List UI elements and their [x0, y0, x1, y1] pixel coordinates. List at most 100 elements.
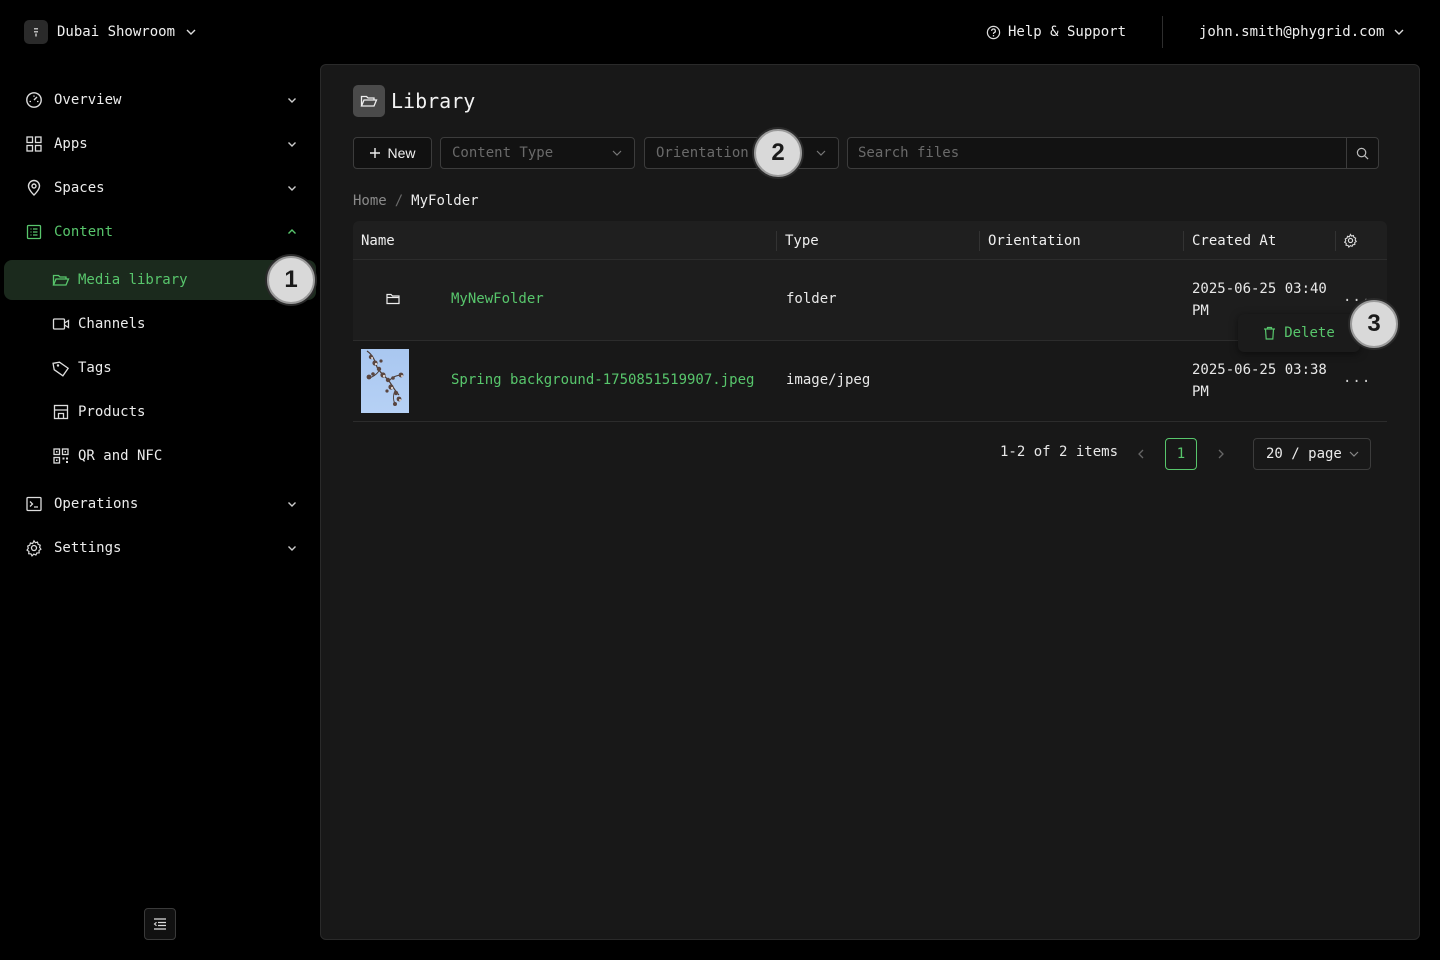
annotation-marker: 1: [267, 256, 315, 304]
table-header: Name Type Orientation Created At: [353, 221, 1387, 260]
new-label: New: [387, 145, 416, 161]
table-row[interactable]: MyNewFolder folder 2025-06-25 03:40 PM .…: [353, 260, 1387, 341]
qr-icon: [52, 447, 70, 465]
sidebar-item-qr-nfc[interactable]: QR and NFC: [52, 442, 302, 470]
breadcrumb-separator: /: [394, 193, 404, 209]
search-icon: [1356, 147, 1369, 160]
chevron-down-icon: [815, 147, 827, 159]
breadcrumb-home[interactable]: Home: [353, 193, 387, 209]
new-button[interactable]: New: [353, 137, 432, 169]
chevron-up-icon: [284, 224, 300, 240]
tag-icon: [52, 359, 70, 377]
chevron-down-icon: [284, 496, 300, 512]
chevron-down-icon: [1392, 25, 1406, 39]
column-divider: [979, 231, 980, 251]
column-header-orientation[interactable]: Orientation: [988, 221, 1081, 260]
page-size-value: 20 / page: [1266, 446, 1342, 462]
file-type: folder: [786, 291, 837, 307]
row-actions-button[interactable]: ...: [1343, 370, 1371, 386]
folder-icon: [386, 293, 400, 305]
pagination-total: 1-2 of 2 items: [1000, 444, 1119, 460]
sidebar-item-label: Content: [54, 224, 114, 240]
delete-label: Delete: [1284, 325, 1335, 341]
sidebar-item-products[interactable]: Products: [52, 398, 302, 426]
sidebar-item-channels[interactable]: Channels: [52, 310, 302, 338]
map-pin-icon: [24, 178, 44, 198]
chevron-right-icon: [1216, 448, 1226, 460]
sidebar-item-label: Products: [78, 404, 146, 420]
sidebar-collapse-button[interactable]: [144, 908, 176, 940]
column-header-type[interactable]: Type: [785, 221, 819, 260]
chevron-left-icon: [1136, 448, 1146, 460]
column-divider: [776, 231, 777, 251]
sidebar-item-label: QR and NFC: [78, 448, 163, 464]
sidebar-item-tags[interactable]: Tags: [52, 354, 302, 382]
sidebar-item-spaces[interactable]: Spaces: [24, 174, 304, 202]
pagination-page-button[interactable]: 1: [1165, 438, 1197, 470]
sidebar-item-media-library[interactable]: Media library: [52, 266, 302, 294]
video-icon: [52, 315, 70, 333]
chevron-down-icon: [284, 180, 300, 196]
page-title: Library: [391, 89, 476, 113]
menu-collapse-icon: [153, 917, 167, 931]
gauge-icon: [24, 90, 44, 110]
sidebar-item-label: Operations: [54, 496, 139, 512]
chevron-down-icon: [184, 25, 198, 39]
column-settings-button[interactable]: [1343, 221, 1359, 260]
help-label: Help & Support: [1008, 24, 1127, 40]
folder-open-icon: [52, 271, 70, 289]
gear-icon: [1343, 233, 1358, 248]
folder-open-icon: [353, 85, 385, 117]
help-support-link[interactable]: Help & Support: [986, 22, 1126, 42]
search-input[interactable]: [848, 138, 1346, 168]
orientation-select[interactable]: Orientation: [644, 137, 839, 169]
sidebar-item-overview[interactable]: Overview: [24, 86, 304, 114]
plus-icon: [369, 147, 381, 159]
trash-icon: [1263, 326, 1276, 340]
header-divider: [1162, 16, 1163, 48]
grid-icon: [24, 134, 44, 154]
chevron-down-icon: [284, 136, 300, 152]
content-type-placeholder: Content Type: [452, 145, 554, 161]
sidebar-item-label: Channels: [78, 316, 146, 332]
file-name-link[interactable]: MyNewFolder: [451, 291, 544, 307]
file-type: image/jpeg: [786, 372, 871, 388]
store-icon: [52, 403, 70, 421]
org-switcher[interactable]: Dubai Showroom: [24, 20, 198, 44]
sidebar-item-label: Media library: [78, 272, 188, 288]
content-icon: [24, 222, 44, 242]
gear-icon: [24, 538, 44, 558]
sidebar-item-content[interactable]: Content: [24, 218, 304, 246]
created-at: 2025-06-25 03:38 PM: [1192, 362, 1327, 400]
annotation-marker: 2: [754, 129, 802, 177]
chevron-down-icon: [284, 92, 300, 108]
column-header-name[interactable]: Name: [361, 221, 395, 260]
table-row[interactable]: Spring background-1750851519907.jpeg ima…: [353, 341, 1387, 422]
breadcrumb-current: MyFolder: [411, 193, 479, 209]
chevron-down-icon: [284, 540, 300, 556]
sidebar-item-label: Tags: [78, 360, 112, 376]
pagination-prev-button[interactable]: [1133, 444, 1149, 464]
sidebar-item-operations[interactable]: Operations: [24, 490, 304, 518]
search-box[interactable]: [847, 137, 1379, 169]
pagination-next-button[interactable]: [1213, 444, 1229, 464]
delete-menu-item[interactable]: Delete: [1238, 314, 1360, 352]
sidebar-item-settings[interactable]: Settings: [24, 534, 304, 562]
content-type-select[interactable]: Content Type: [440, 137, 635, 169]
terminal-icon: [24, 494, 44, 514]
file-name-link[interactable]: Spring background-1750851519907.jpeg: [451, 372, 754, 388]
sidebar-item-label: Spaces: [54, 180, 105, 196]
help-circle-icon: [986, 25, 1001, 40]
page-size-select[interactable]: 20 / page: [1253, 438, 1371, 470]
sidebar-item-label: Settings: [54, 540, 122, 556]
annotation-marker: 3: [1350, 300, 1398, 348]
column-divider: [1335, 231, 1336, 251]
user-email: john.smith@phygrid.com: [1199, 24, 1385, 40]
sidebar-item-apps[interactable]: Apps: [24, 130, 304, 158]
column-header-created-at[interactable]: Created At: [1192, 221, 1276, 260]
chevron-down-icon: [611, 147, 623, 159]
search-button[interactable]: [1346, 138, 1378, 168]
column-divider: [1183, 231, 1184, 251]
user-menu[interactable]: john.smith@phygrid.com: [1199, 22, 1406, 42]
image-thumbnail: [361, 349, 409, 413]
